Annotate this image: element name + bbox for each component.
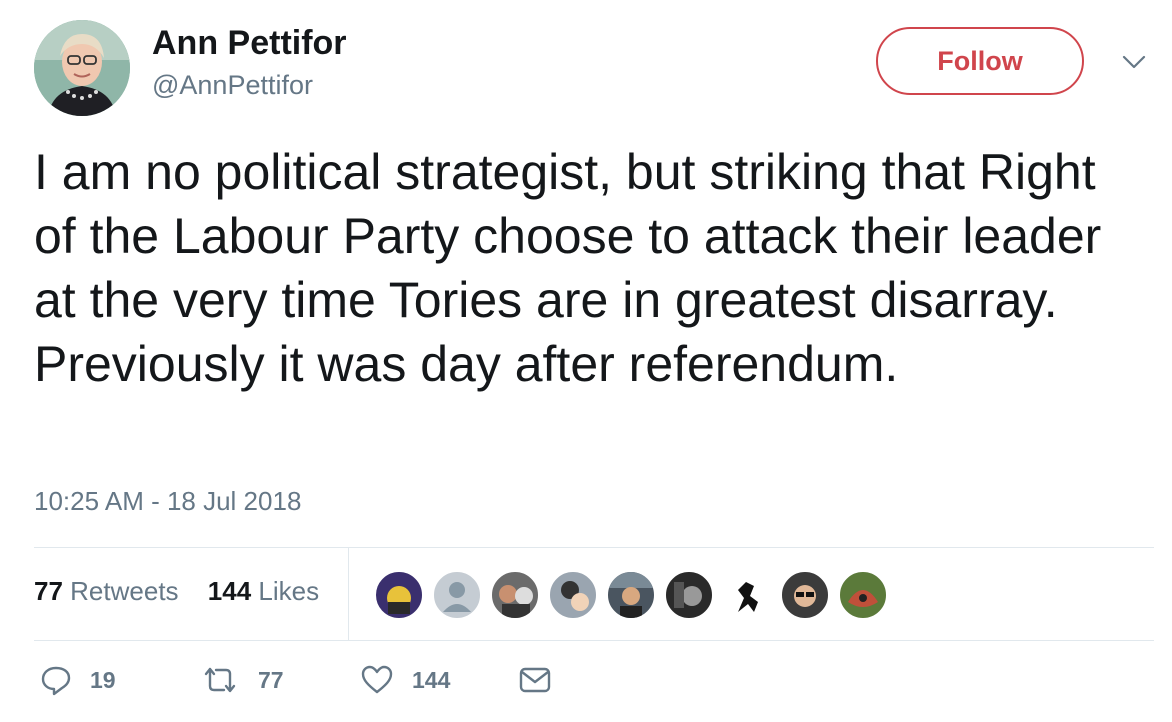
author-avatar[interactable] (34, 20, 130, 116)
divider (34, 547, 1154, 548)
reply-count: 19 (90, 666, 116, 693)
divider (34, 640, 1154, 641)
tweet-stats: 77 Retweets 144 Likes (34, 576, 341, 607)
tweet-timestamp[interactable]: 10:25 AM - 18 Jul 2018 (34, 486, 301, 517)
liker-avatar[interactable] (374, 570, 424, 620)
reply-icon (40, 664, 72, 696)
like-count: 144 (412, 666, 451, 693)
likes-stat[interactable]: 144 Likes (208, 576, 319, 606)
chevron-down-icon[interactable] (1121, 52, 1147, 72)
author-name[interactable]: Ann Pettifor (152, 24, 347, 63)
retweet-icon (200, 664, 240, 696)
retweets-stat-count: 77 (34, 576, 63, 606)
heart-icon (360, 664, 394, 696)
retweets-stat-label: Retweets (70, 576, 179, 606)
liker-avatar[interactable] (548, 570, 598, 620)
tweet-text: I am no political strategist, but striki… (34, 144, 1116, 392)
liker-avatar[interactable] (722, 570, 772, 620)
direct-message-button[interactable] (518, 664, 552, 696)
liker-avatar[interactable] (432, 570, 482, 620)
retweet-count: 77 (258, 666, 284, 693)
retweets-stat[interactable]: 77 Retweets (34, 576, 179, 606)
like-button[interactable]: 144 (360, 664, 450, 696)
liker-avatar[interactable] (490, 570, 540, 620)
reply-button[interactable]: 19 (40, 664, 116, 696)
envelope-icon (518, 664, 552, 696)
retweet-button[interactable]: 77 (200, 664, 284, 696)
likes-stat-label: Likes (258, 576, 320, 606)
divider (348, 548, 349, 640)
liker-avatar[interactable] (664, 570, 714, 620)
author-handle[interactable]: @AnnPettifor (152, 70, 313, 101)
liker-avatar[interactable] (780, 570, 830, 620)
liker-avatar[interactable] (606, 570, 656, 620)
likes-stat-count: 144 (207, 576, 252, 606)
liker-avatar[interactable] (838, 570, 888, 620)
follow-button[interactable]: Follow (876, 27, 1084, 95)
